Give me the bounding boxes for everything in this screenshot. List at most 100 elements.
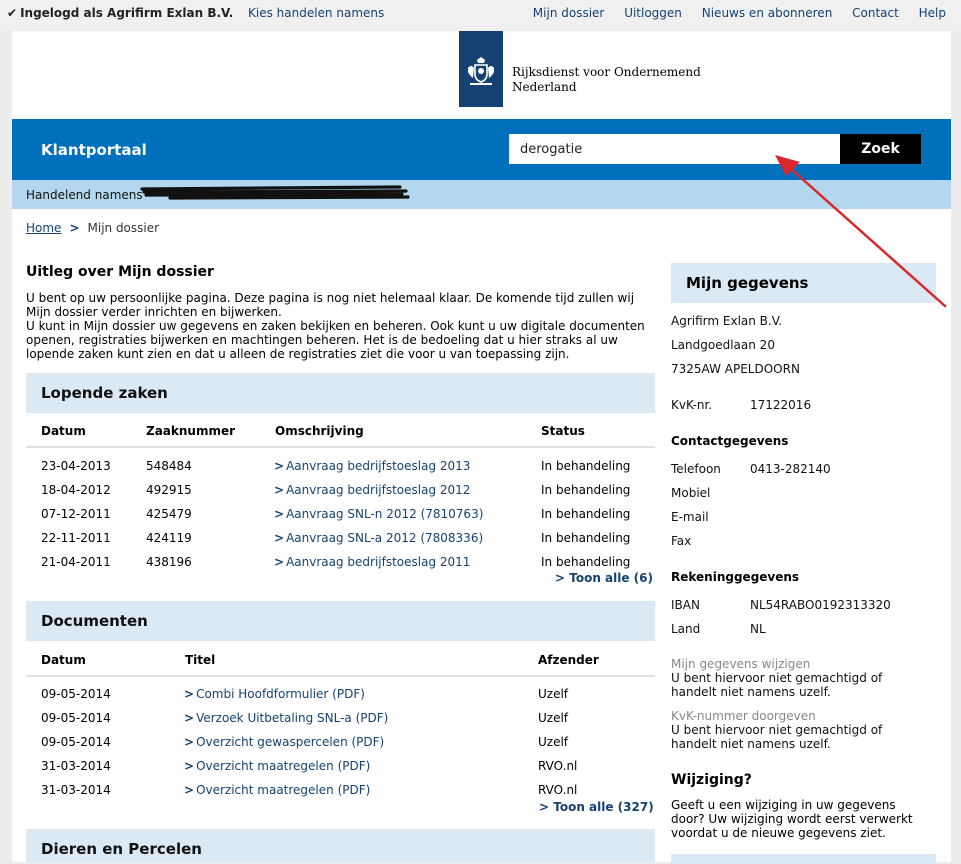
lopende-zaken-table: Datum Zaaknummer Omschrijving Status 23-… [26, 414, 655, 574]
search-input[interactable] [509, 134, 840, 164]
table-row: 31-03-2014 > Overzicht maatregelen (PDF) … [26, 754, 655, 778]
table-row: 09-05-2014 > Combi Hoofdformulier (PDF) U… [26, 682, 655, 706]
table-row: 18-04-2012 492915 > Aanvraag bedrijfstoes… [26, 478, 655, 502]
documenten-toon-alle-text: Toon alle (327) [553, 800, 654, 814]
rekeninggegevens-heading: Rekeninggegevens [671, 570, 800, 584]
iban-label: IBAN [671, 598, 700, 612]
main-page: Rijksdienst voor Ondernemend Nederland K… [12, 31, 951, 864]
document-link[interactable]: > Overzicht maatregelen (PDF) [184, 783, 370, 797]
table-row: 22-11-2011 424119 > Aanvraag SNL-a 2012 (… [26, 526, 655, 550]
rvo-logo[interactable] [459, 31, 503, 107]
document-link[interactable]: > Verzoek Uitbetaling SNL-a (PDF) [184, 711, 388, 725]
col-status: Status [541, 424, 585, 438]
chevron-right-icon: > [274, 459, 285, 473]
document-link-text: Overzicht gewaspercelen (PDF) [196, 735, 385, 749]
cell-datum: 09-05-2014 [41, 687, 111, 701]
nav-uitloggen[interactable]: Uitloggen [624, 6, 682, 20]
address-line: 7325AW APELDOORN [671, 362, 800, 376]
lopende-zaken-header: Lopende zaken [26, 373, 655, 413]
col-afzender: Afzender [538, 653, 599, 667]
cell-datum: 21-04-2011 [41, 555, 111, 569]
zaken-toon-alle-link[interactable]: > Toon alle (6) [555, 571, 653, 585]
intro-paragraph-2: U kunt in Mijn dossier uw gegevens en za… [26, 319, 645, 361]
kies-handelen-namens-link[interactable]: Kies handelen namens [248, 6, 384, 20]
chevron-right-icon: > [555, 571, 570, 585]
table-row: 07-12-2011 425479 > Aanvraag SNL-n 2012 (… [26, 502, 655, 526]
mobiel-label: Mobiel [671, 486, 711, 500]
nav-nieuws[interactable]: Nieuws en abonneren [702, 6, 833, 20]
lopende-zaken-title: Lopende zaken [41, 384, 168, 402]
cell-zaaknummer: 548484 [146, 459, 192, 473]
telefoon-label: Telefoon [671, 462, 721, 476]
cell-status: In behandeling [541, 531, 631, 545]
table-row: 09-05-2014 > Overzicht gewaspercelen (PDF… [26, 730, 655, 754]
chevron-right-icon: > [184, 711, 195, 725]
gegevens-wijzigen-note: U bent hiervoor niet gemachtigd of hande… [671, 671, 883, 699]
zaak-link-text: Aanvraag bedrijfstoeslag 2012 [286, 483, 471, 497]
zaak-link-text: Aanvraag bedrijfstoeslag 2013 [286, 459, 471, 473]
gegevens-wijzigen-link: Mijn gegevens wijzigen [671, 657, 811, 671]
fax-label: Fax [671, 534, 692, 548]
dieren-percelen-header: Dieren en Percelen [26, 829, 655, 862]
zaak-link[interactable]: > Aanvraag SNL-a 2012 (7808336) [274, 531, 483, 545]
documenten-toon-alle-link[interactable]: > Toon alle (327) [539, 800, 654, 814]
search-button[interactable]: Zoek [840, 134, 921, 164]
document-link[interactable]: > Overzicht maatregelen (PDF) [184, 759, 370, 773]
zaak-link[interactable]: > Aanvraag bedrijfstoeslag 2012 [274, 483, 470, 497]
address-line: Agrifirm Exlan B.V. [671, 314, 783, 328]
document-link[interactable]: > Combi Hoofdformulier (PDF) [184, 687, 365, 701]
cell-datum: 31-03-2014 [41, 759, 111, 773]
col-omschrijving: Omschrijving [275, 424, 364, 438]
cell-datum: 23-04-2013 [41, 459, 111, 473]
zaak-link-text: Aanvraag SNL-a 2012 (7808336) [286, 531, 484, 545]
intro-text: U bent op uw persoonlijke pagina. Deze p… [26, 291, 656, 361]
documenten-table: Datum Titel Afzender 09-05-2014 > Combi H… [26, 643, 655, 802]
table-row: 31-03-2014 > Overzicht maatregelen (PDF) … [26, 778, 655, 802]
chevron-right-icon: > [539, 800, 554, 814]
document-link-text: Combi Hoofdformulier (PDF) [196, 687, 365, 701]
zaak-link[interactable]: > Aanvraag SNL-n 2012 (7810763) [274, 507, 483, 521]
portal-title[interactable]: Klantportaal [41, 141, 147, 159]
nav-contact[interactable]: Contact [852, 6, 899, 20]
cell-status: In behandeling [541, 555, 631, 569]
cell-afzender: RVO.nl [538, 759, 578, 773]
nav-mijn-dossier[interactable]: Mijn dossier [533, 6, 605, 20]
cell-status: In behandeling [541, 459, 631, 473]
contactgegevens-heading: Contactgegevens [671, 434, 789, 448]
chevron-right-icon: > [184, 783, 195, 797]
table-header: Datum Titel Afzender [26, 643, 655, 677]
kvk-row: KvK-nr. 17122016 [671, 398, 936, 414]
cell-status: In behandeling [541, 507, 631, 521]
dieren-percelen-title: Dieren en Percelen [41, 840, 202, 858]
cell-datum: 07-12-2011 [41, 507, 111, 521]
kvk-label: KvK-nr. [671, 398, 713, 412]
zaak-link[interactable]: > Aanvraag bedrijfstoeslag 2013 [274, 459, 470, 473]
cell-datum: 09-05-2014 [41, 711, 111, 725]
cell-datum: 31-03-2014 [41, 783, 111, 797]
chevron-right-icon: > [184, 735, 195, 749]
cell-afzender: Uzelf [538, 735, 569, 749]
table-row: 09-05-2014 > Verzoek Uitbetaling SNL-a (P… [26, 706, 655, 730]
zaak-link[interactable]: > Aanvraag bedrijfstoeslag 2011 [274, 555, 470, 569]
breadcrumb-home[interactable]: Home [26, 221, 61, 235]
breadcrumb-current: Mijn dossier [87, 221, 160, 235]
zaken-toon-alle-text: Toon alle (6) [569, 571, 653, 585]
cell-afzender: Uzelf [538, 687, 569, 701]
next-side-panel-header [671, 854, 936, 864]
zaak-link-text: Aanvraag SNL-n 2012 (7810763) [286, 507, 484, 521]
iban-row: IBAN NL54RABO0192313320 [671, 598, 936, 614]
email-label: E-mail [671, 510, 709, 524]
mijn-gegevens-title: Mijn gegevens [686, 274, 809, 292]
table-header: Datum Zaaknummer Omschrijving Status [26, 414, 655, 448]
documenten-title: Documenten [41, 612, 148, 630]
kvk-doorgeven-note: U bent hiervoor niet gemachtigd of hande… [671, 723, 883, 751]
cell-zaaknummer: 425479 [146, 507, 192, 521]
top-nav: Mijn dossier Uitloggen Nieuws en abonner… [517, 6, 946, 20]
wijziging-heading: Wijziging? [671, 772, 752, 788]
document-link-text: Overzicht maatregelen (PDF) [196, 759, 371, 773]
document-link[interactable]: > Overzicht gewaspercelen (PDF) [184, 735, 384, 749]
coat-of-arms-icon [468, 57, 494, 85]
nav-help[interactable]: Help [919, 6, 946, 20]
document-link-text: Overzicht maatregelen (PDF) [196, 783, 371, 797]
chevron-right-icon: > [184, 759, 195, 773]
